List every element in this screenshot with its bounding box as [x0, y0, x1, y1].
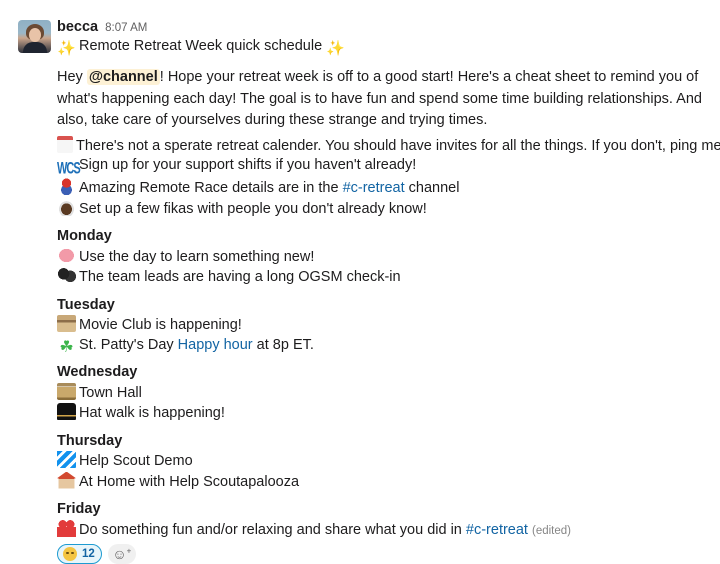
item-text: The team leads are having a long OGSM ch… — [79, 269, 401, 285]
wcs-icon: WCS — [57, 159, 81, 178]
message-title: ✨ Remote Retreat Week quick schedule ✨ — [57, 37, 720, 57]
item-text: Help Scout Demo — [79, 453, 193, 469]
item-text: There's not a sperate retreat calender. … — [76, 137, 720, 154]
add-reaction-icon: ☺+ — [112, 546, 132, 562]
add-reaction-button[interactable]: ☺+ — [107, 544, 136, 564]
list-item: Hat walk is happening! — [57, 403, 720, 424]
relieved-face-icon — [63, 547, 77, 561]
edited-label: (edited) — [532, 524, 571, 537]
helpscout-logo-icon — [57, 451, 76, 468]
day-heading-friday: Friday — [57, 501, 101, 517]
item-text: Use the day to learn something new! — [79, 248, 315, 265]
avatar[interactable] — [18, 20, 51, 53]
item-text: At Home with Help Scoutapalooza — [79, 473, 300, 490]
list-item: Set up a few fikas with people you don't… — [57, 198, 720, 220]
item-text: Town Hall — [79, 384, 142, 401]
item-text: channel — [404, 180, 460, 196]
list-item: At Home with Help Scoutapalooza — [57, 471, 720, 493]
item-text: Hat walk is happening! — [79, 405, 225, 421]
calendar-icon — [57, 135, 73, 153]
shamrock-icon: ☘ — [59, 336, 74, 356]
popcorn-icon — [57, 315, 76, 332]
channel-mention[interactable]: @channel — [86, 69, 160, 85]
general-items: There's not a sperate retreat calender. … — [57, 135, 720, 220]
reaction-count: 12 — [82, 548, 95, 560]
list-item: ☘ St. Patty's Day Happy hour at 8p ET. — [57, 336, 720, 356]
top-hat-icon — [57, 403, 76, 420]
list-item: Amazing Remote Race details are in the #… — [57, 178, 720, 199]
item-text: Do something fun and/or relaxing and sha… — [79, 521, 466, 538]
sparkles-icon: ✨ — [57, 39, 76, 57]
item-text: at 8p ET. — [252, 336, 314, 353]
day-heading-monday: Monday — [57, 228, 112, 244]
brain-icon — [57, 246, 76, 264]
item-text: Set up a few fikas with people you don't… — [79, 200, 427, 217]
day-heading-wednesday: Wednesday — [57, 364, 138, 380]
day-heading-thursday: Thursday — [57, 432, 123, 449]
title-text: Remote Retreat Week quick schedule — [79, 38, 323, 54]
item-text: Amazing Remote Race details are in the — [79, 180, 343, 196]
list-item: The team leads are having a long OGSM ch… — [57, 267, 720, 288]
classical-building-icon — [57, 382, 76, 400]
list-item: Town Hall — [57, 382, 720, 404]
intro-paragraph: Hey @channel! Hope your retreat week is … — [57, 67, 707, 132]
item-text: St. Patty's Day — [79, 336, 178, 353]
item-text: Movie Club is happening! — [79, 317, 242, 333]
list-item: WCSSign up for your support shifts if yo… — [57, 156, 720, 178]
reaction-pill[interactable]: 12 — [57, 544, 102, 564]
author-name[interactable]: becca — [57, 18, 98, 36]
coffee-icon — [57, 198, 76, 216]
list-item: There's not a sperate retreat calender. … — [57, 135, 720, 157]
gift-bow-icon — [57, 519, 76, 537]
house-icon — [57, 471, 76, 489]
message-content: becca 8:07 AM ✨ Remote Retreat Week quick… — [57, 18, 720, 564]
intro-text: Hey — [57, 69, 87, 85]
item-text: Sign up for your support shifts if you h… — [79, 157, 417, 173]
list-item: Movie Club is happening! — [57, 315, 720, 336]
sparkles-icon: ✨ — [326, 39, 346, 57]
list-item: Help Scout Demo — [57, 451, 720, 472]
reactions-bar: 12 ☺+ — [57, 544, 720, 564]
timestamp[interactable]: 8:07 AM — [105, 19, 147, 37]
happy-hour-link[interactable]: Happy hour — [178, 337, 253, 353]
message: becca 8:07 AM ✨ Remote Retreat Week quick… — [0, 0, 720, 564]
channel-link-c-retreat[interactable]: #c-retreat — [343, 180, 405, 196]
channel-link-c-retreat[interactable]: #c-retreat — [466, 522, 528, 538]
message-header: becca 8:07 AM — [57, 18, 720, 36]
business-suits-icon — [57, 267, 76, 284]
list-item: Do something fun and/or relaxing and sha… — [57, 519, 720, 542]
list-item: Use the day to learn something new! — [57, 246, 720, 268]
day-heading-tuesday: Tuesday — [57, 296, 115, 313]
